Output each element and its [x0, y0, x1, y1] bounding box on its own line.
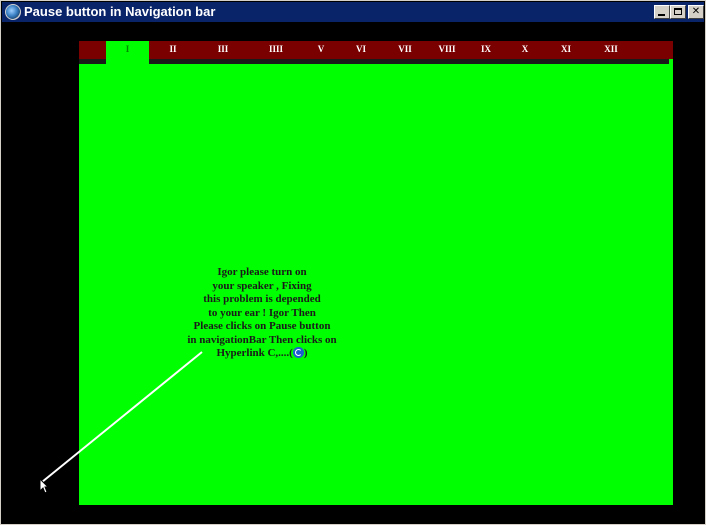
nav-item-xi[interactable]: XI	[552, 41, 580, 59]
message-line-7: Hyperlink C,....()	[162, 347, 362, 361]
instruction-message: Igor please turn on your speaker , Fixin…	[162, 266, 362, 361]
nav-item-iii[interactable]: III	[209, 41, 237, 59]
nav-item-iiii[interactable]: IIII	[261, 41, 291, 59]
nav-item-ix[interactable]: IX	[472, 41, 500, 59]
nav-item-viii[interactable]: VIII	[431, 41, 463, 59]
nav-item-vi[interactable]: VI	[347, 41, 375, 59]
close-button[interactable]: ✕	[688, 5, 704, 19]
message-line-6: in navigationBar Then clicks on	[187, 333, 337, 346]
ie-logo-icon	[292, 347, 304, 358]
message-line-2: your speaker , Fixing	[212, 279, 312, 292]
minimize-button[interactable]	[654, 5, 670, 19]
message-line-3: this problem is depended	[203, 293, 321, 305]
nav-item-x[interactable]: X	[512, 41, 538, 59]
minimize-icon	[658, 14, 665, 16]
window-title: Pause button in Navigation bar	[24, 4, 216, 19]
hyperlink-text[interactable]: Hyperlink C,....(	[216, 347, 292, 359]
app-window: Pause button in Navigation bar ✕ I II II…	[0, 0, 706, 525]
nav-item-vii[interactable]: VII	[390, 41, 420, 59]
nav-item-v[interactable]: V	[308, 41, 334, 59]
close-icon: ✕	[691, 6, 701, 17]
nav-item-ii[interactable]: II	[159, 41, 187, 59]
navigation-bar: I II III IIII V VI VII VIII IX X XI XII	[79, 41, 673, 64]
maximize-icon	[674, 8, 682, 15]
nav-item-xii[interactable]: XII	[595, 41, 627, 59]
message-line-1: Igor please turn on	[217, 266, 307, 278]
message-line-4: to your ear ! Igor Then	[208, 306, 316, 319]
app-globe-icon[interactable]	[5, 4, 21, 20]
page-content: I II III IIII V VI VII VIII IX X XI XII …	[2, 22, 704, 524]
mouse-cursor-icon	[39, 478, 49, 494]
message-line-5: Please clicks on Pause button	[193, 320, 331, 332]
message-line-end: )	[303, 347, 308, 359]
maximize-button[interactable]	[670, 5, 686, 19]
title-bar[interactable]: Pause button in Navigation bar ✕	[2, 2, 704, 22]
